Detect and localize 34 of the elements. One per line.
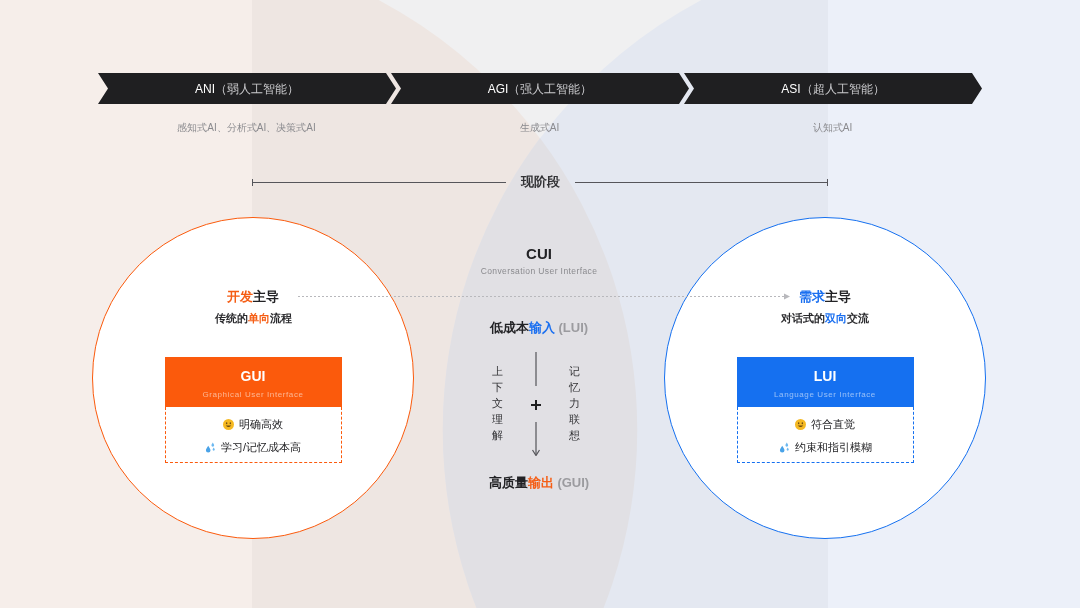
feature-text: 明确高效 bbox=[239, 417, 283, 432]
vertical-text: 记忆力联想 bbox=[569, 364, 580, 443]
connector-line bbox=[535, 352, 537, 386]
stage-code: ASI bbox=[781, 80, 801, 97]
input-label: 低成本输入 (LUI) bbox=[489, 319, 589, 337]
stage-code: ANI bbox=[195, 80, 215, 97]
card-subtitle: Language User Interface bbox=[774, 390, 876, 400]
stage-code: AGI bbox=[487, 80, 509, 97]
stage-example: 认知式AI bbox=[812, 121, 853, 135]
interface-subtitle: Conversation User Interface bbox=[480, 266, 598, 276]
vertical-text: 上下文理解 bbox=[492, 364, 503, 443]
output-label: 高质量输出 (GUI) bbox=[488, 474, 590, 492]
feature-text: 学习/记忆成本高 bbox=[220, 440, 302, 455]
droplets-icon bbox=[204, 441, 216, 453]
droplets-icon bbox=[778, 441, 790, 453]
feature-text: 约束和指引模糊 bbox=[794, 440, 872, 455]
panel-title: 开发主导 bbox=[227, 288, 279, 306]
card-title: GUI bbox=[240, 368, 266, 385]
card-subtitle: Graphical User Interface bbox=[202, 390, 304, 400]
panel-subtitle: 传统的单向流程 bbox=[214, 311, 292, 325]
current-stage-label: 现阶段 bbox=[519, 174, 561, 190]
card-title: LUI bbox=[813, 368, 837, 385]
plus-icon bbox=[531, 400, 541, 410]
interface-title: CUI bbox=[526, 245, 552, 263]
stage-example: 感知式AI、分析式AI、决策式AI bbox=[177, 121, 316, 135]
feature-text: 符合直觉 bbox=[811, 417, 855, 432]
stage-name: （弱人工智能） bbox=[215, 80, 299, 97]
stage-name: （超人工智能） bbox=[800, 80, 885, 97]
panel-title: 需求主导 bbox=[799, 288, 851, 306]
smile-icon bbox=[795, 418, 806, 430]
panel-subtitle: 对话式的双向交流 bbox=[781, 311, 869, 325]
stage-example: 生成式AI bbox=[519, 121, 560, 135]
stage-name: （强人工智能） bbox=[508, 80, 593, 97]
smile-icon bbox=[223, 418, 234, 430]
